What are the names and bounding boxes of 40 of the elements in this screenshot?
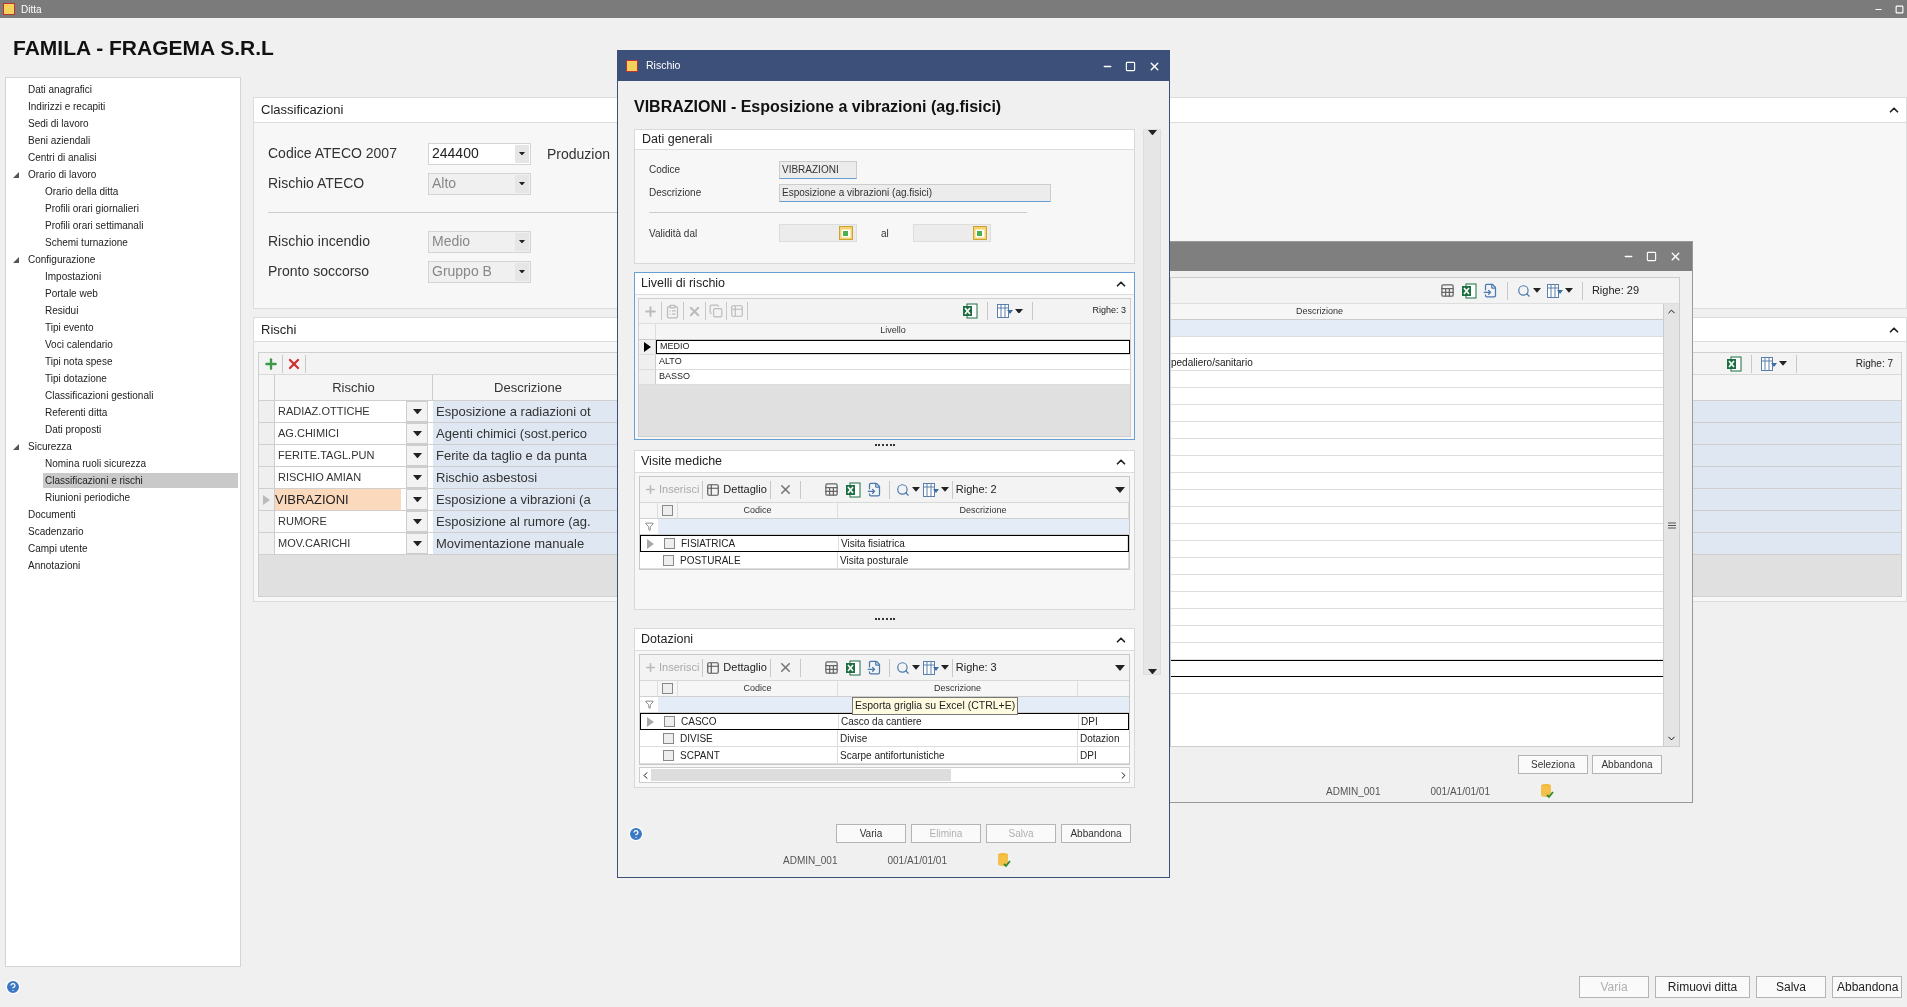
table-cell-text: DPI — [1080, 715, 1099, 729]
table-cell: SCPANT — [678, 747, 838, 763]
table-cell: Visita posturale — [838, 552, 1129, 568]
field-label: al — [881, 226, 889, 241]
section-title: Livelli di rischio — [641, 275, 726, 293]
section-title: Classificazioni — [261, 101, 344, 120]
window-title: Ditta — [21, 2, 42, 17]
status-text: 001/A1/01/01 — [887, 853, 947, 868]
table-cell: Divise — [838, 730, 1078, 746]
table-cell: DIVISE — [678, 730, 838, 746]
status-text: 001/A1/01/01 — [1430, 784, 1490, 799]
field-label: Codice ATECO 2007 — [268, 144, 398, 163]
section-title: Dotazioni — [641, 631, 694, 649]
field-label: Descrizione — [649, 186, 703, 200]
row-count: Righe: 7 — [1855, 357, 1893, 371]
table-cell-text: Dotazion — [1079, 731, 1121, 746]
table-cell: Scarpe antifortunistiche — [838, 747, 1078, 763]
section-title: Dati generali — [642, 131, 713, 149]
window-title: Rischio — [646, 58, 681, 74]
field-label: Rischio ATECO — [268, 174, 366, 193]
field-label: Rischio incendio — [268, 232, 371, 251]
table-cell: POSTURALE — [678, 552, 838, 568]
page-title: FAMILA - FRAGEMA S.R.L — [13, 34, 274, 61]
field-label: Codice — [649, 163, 682, 177]
field-value: Produzion — [547, 145, 611, 164]
status-text: ADMIN_001 — [1326, 784, 1381, 799]
field-label: Validità dal — [649, 226, 699, 241]
field-label: Pronto soccorso — [268, 262, 371, 281]
row-count: Righe: 3 — [955, 660, 997, 676]
table-cell-text: DPI — [1079, 748, 1098, 763]
section-title: Rischi — [261, 320, 297, 339]
table-cell: Visita fisiatrica — [839, 536, 1128, 551]
table-cell: FISIATRICA — [679, 536, 839, 551]
row-count: Righe: 29 — [1591, 283, 1639, 299]
tooltip: Esporta griglia su Excel (CTRL+E) — [852, 697, 1019, 715]
table-cell-text: pedaliero/sanitario — [1171, 355, 1253, 370]
table-cell: CASCO — [679, 714, 839, 729]
row-count: Righe: 3 — [1092, 304, 1126, 318]
status-text: ADMIN_001 — [783, 853, 838, 868]
dialog-heading: VIBRAZIONI - Esposizione a vibrazioni (ag.fisici) — [634, 98, 1002, 115]
